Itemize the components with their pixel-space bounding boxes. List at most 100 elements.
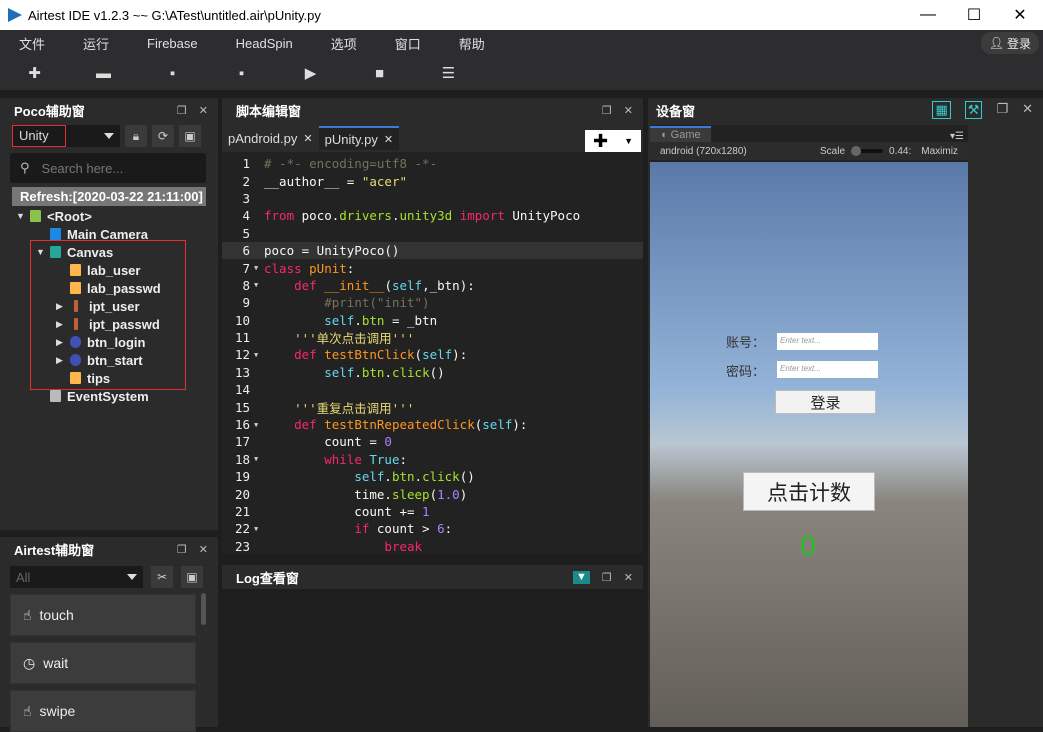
filter-value: All (16, 569, 31, 585)
code-editor[interactable]: 1 # -*- encoding=utf8 -*- 2 __author__ = "a… (222, 152, 643, 553)
code-token: ): (452, 347, 468, 363)
code-line: 7 ▼ class pUnit: (222, 259, 643, 276)
line-number: 8 (242, 277, 250, 293)
save-as-icon[interactable]: ▪ (207, 65, 276, 82)
close-icon[interactable]: ✕ (303, 132, 312, 145)
scrollbar[interactable] (201, 593, 206, 625)
log-content (222, 589, 643, 727)
screenshot-icon[interactable]: ✂ (151, 566, 173, 588)
close-icon[interactable]: ✕ (624, 571, 633, 584)
toolbar: ✚ ▬ ▪ ▪ ▶ ■ ☰ (0, 56, 1043, 90)
line-number: 3 (242, 190, 250, 206)
game-view[interactable]: 账号： Enter text... 密码： Enter text... 登录 点… (650, 162, 968, 727)
code-token: : (346, 260, 355, 276)
code-token: __author__ = (264, 173, 362, 189)
refresh-icon[interactable]: ⟳ (152, 125, 174, 147)
airtest-filter-select[interactable]: All (10, 566, 143, 588)
code-line: 14 (222, 381, 643, 398)
action-swipe[interactable]: ☝ swipe (10, 690, 196, 732)
poco-mode-select[interactable]: Unity (12, 125, 120, 147)
folder-open-icon[interactable]: ▬ (69, 65, 138, 82)
fold-icon[interactable]: ▼ (254, 351, 264, 359)
device-screen[interactable]: ◖ Game ▾☰ android (720x1280) Scale 0.44:… (650, 125, 968, 727)
tools-icon[interactable]: ⚒ (964, 101, 983, 119)
tab-label: pUnity.py (324, 131, 378, 147)
record-icon[interactable]: ▣ (181, 566, 203, 588)
action-wait[interactable]: ◷ wait (10, 642, 196, 684)
close-icon[interactable]: ✕ (624, 104, 633, 117)
menu-item[interactable]: 帮助 (440, 34, 504, 53)
expand-down-icon[interactable]: ▼ (16, 211, 30, 221)
play-icon[interactable]: ▶ (276, 64, 345, 82)
float-icon[interactable]: ❐ (177, 104, 187, 117)
editor-tab[interactable]: pAndroid.py ✕ (222, 126, 319, 150)
menu-item[interactable]: 窗口 (376, 34, 440, 53)
plus-icon[interactable]: ✚ (0, 64, 69, 82)
float-icon[interactable]: ❐ (996, 101, 1008, 119)
menu-icon[interactable]: ▾☰ (950, 131, 964, 142)
start-count-button[interactable]: 点击计数 (743, 472, 875, 511)
log-icon[interactable]: ☰ (414, 64, 483, 82)
scale-value: 0.44: (889, 145, 912, 157)
close-button[interactable]: ✕ (997, 0, 1043, 30)
new-tab-button[interactable]: ✚ ▼ (585, 130, 641, 152)
refresh-time-bar[interactable]: Refresh:[2020-03-22 21:11:00] (12, 187, 206, 206)
fold-icon[interactable]: ▼ (254, 525, 264, 533)
menu-item[interactable]: 选项 (312, 34, 376, 53)
login-button[interactable]: 登录 (775, 390, 876, 414)
code-line: 9 #print("init") (222, 294, 643, 311)
canvas-highlight (30, 240, 186, 390)
resolution-select[interactable]: android (720x1280) (650, 146, 814, 157)
fold-icon[interactable]: ▼ (254, 455, 264, 463)
line-number: 22 (234, 521, 250, 537)
account-input[interactable]: Enter text... (777, 333, 878, 350)
close-icon[interactable]: ✕ (1022, 101, 1033, 119)
action-touch[interactable]: ☝ touch (10, 594, 196, 636)
layout-icon[interactable]: ▦ (932, 101, 951, 119)
maximize-button[interactable]: ☐ (951, 0, 997, 30)
login-button[interactable]: 👤︎ 登录 (980, 32, 1039, 54)
menu-item[interactable]: Firebase (128, 36, 217, 51)
maximize-toggle[interactable]: Maximiz (921, 146, 958, 157)
save-icon[interactable]: ▪ (138, 65, 207, 82)
code-token: self (391, 277, 423, 293)
touch-icon: ☝ (23, 606, 32, 623)
lock-icon[interactable]: 🔒︎ (125, 125, 147, 147)
code-token: if (354, 521, 377, 537)
code-line: 5 (222, 225, 643, 242)
code-token: testBtnClick (324, 347, 415, 363)
tree-node[interactable]: ▼ <Root> (0, 207, 218, 225)
fold-icon[interactable]: ▼ (254, 281, 264, 289)
stop-icon[interactable]: ■ (345, 65, 414, 82)
menu-item[interactable]: 文件 (0, 34, 64, 53)
fold-icon[interactable]: ▼ (254, 421, 264, 429)
login-label: 登录 (1006, 36, 1031, 51)
code-token: ( (429, 486, 438, 502)
code-token: self (324, 364, 355, 380)
code-token: self (324, 312, 355, 328)
float-icon[interactable]: ❐ (602, 571, 612, 584)
scale-slider[interactable] (851, 146, 884, 156)
password-input[interactable]: Enter text... (777, 361, 878, 378)
record-icon[interactable]: ▣ (179, 125, 201, 147)
close-icon[interactable]: ✕ (199, 104, 208, 117)
filter-icon[interactable]: ▼ (573, 570, 590, 584)
code-token: . (384, 364, 392, 380)
menu-item[interactable]: HeadSpin (217, 36, 312, 51)
code-token: pUnit (309, 260, 347, 276)
code-token: : (399, 451, 408, 467)
float-icon[interactable]: ❐ (602, 104, 612, 117)
game-tab[interactable]: ◖ Game (650, 126, 711, 142)
code-token: sleep (391, 486, 430, 502)
minimize-button[interactable]: — (905, 0, 951, 30)
code-line: 19 self. btn. click() (222, 468, 643, 485)
poco-search-input[interactable]: ⚲ Search here... (10, 153, 206, 183)
editor-tab[interactable]: pUnity.py ✕ (318, 126, 400, 150)
fold-icon[interactable]: ▼ (254, 264, 264, 272)
menu-item[interactable]: 运行 (64, 34, 128, 53)
close-icon[interactable]: ✕ (384, 133, 393, 146)
close-icon[interactable]: ✕ (199, 543, 208, 556)
line-number: 18 (234, 451, 250, 467)
float-icon[interactable]: ❐ (177, 543, 187, 556)
